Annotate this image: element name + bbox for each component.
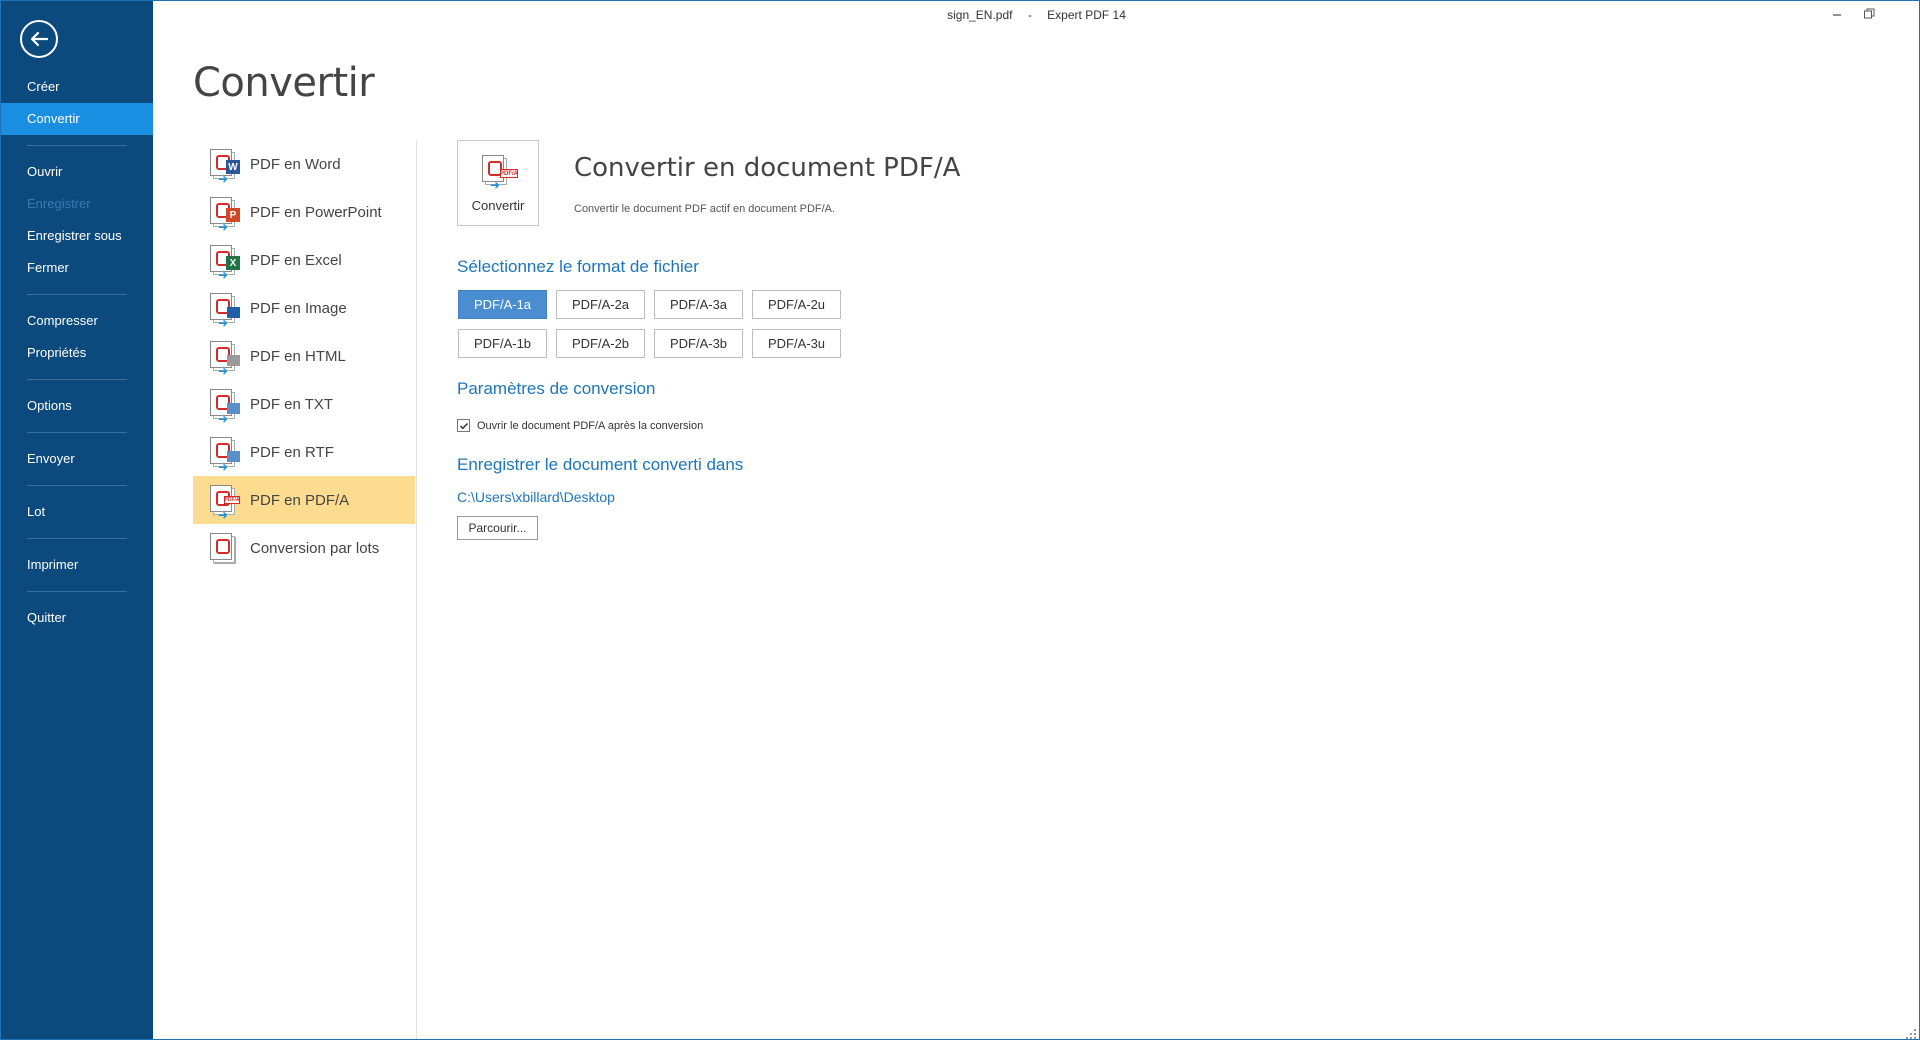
nav-separator	[27, 294, 127, 295]
conversion-item-label: Conversion par lots	[250, 539, 380, 557]
pdf-to-txt-icon: ➜	[208, 388, 240, 426]
conversion-item[interactable]: W ➜ PDF en Word	[193, 140, 415, 188]
nav-separator	[27, 432, 127, 433]
conversion-item[interactable]: ➜ PDF en Image	[193, 284, 415, 332]
title-separator: -	[1027, 8, 1032, 22]
nav-item-fermer[interactable]: Fermer	[0, 252, 153, 284]
conversion-item-label: PDF en Word	[250, 155, 341, 173]
pdf-to-excel-icon: X ➜	[208, 244, 240, 282]
format-pdfa-3u[interactable]: PDF/A-3u	[752, 329, 841, 358]
conversion-item-label: PDF en Excel	[250, 251, 342, 269]
window-title: sign_EN.pdf - Expert PDF 14	[153, 8, 1920, 22]
pdf-to-html-icon: ➜	[208, 340, 240, 378]
app-name: Expert PDF 14	[1047, 8, 1126, 22]
back-arrow-icon[interactable]	[20, 20, 58, 58]
format-pdfa-1a[interactable]: PDF/A-1a	[458, 290, 547, 319]
nav-item-convertir[interactable]: Convertir	[0, 103, 153, 135]
browse-button[interactable]: Parcourir...	[457, 516, 538, 540]
params-section-heading: Paramètres de conversion	[457, 379, 656, 398]
nav-item-creer[interactable]: Créer	[0, 71, 153, 103]
conversion-item-label: PDF en Image	[250, 299, 347, 317]
nav-item-compresser[interactable]: Compresser	[0, 305, 153, 337]
convert-button-label: Convertir	[471, 198, 525, 213]
pdf-to-powerpoint-icon: P ➜	[208, 196, 240, 234]
conversion-item[interactable]: ➜ PDF en HTML	[193, 332, 415, 380]
conversion-item[interactable]: Conversion par lots	[193, 524, 415, 572]
page-title: Convertir	[193, 60, 375, 106]
pdf-to-image-icon: ➜	[208, 292, 240, 330]
conversion-item[interactable]: P ➜ PDF en PowerPoint	[193, 188, 415, 236]
nav-item-enregistrer: Enregistrer	[27, 196, 91, 211]
format-pdfa-2b[interactable]: PDF/A-2b	[556, 329, 645, 358]
nav-item-proprietes[interactable]: Propriétés	[0, 337, 153, 369]
backstage-nav: Créer Convertir Ouvrir Enregistrer Enreg…	[0, 0, 153, 1040]
conversion-item-label: PDF en PowerPoint	[250, 203, 382, 221]
conversion-item[interactable]: ➜ PDF en RTF	[193, 428, 415, 476]
restore-icon[interactable]	[1854, 4, 1884, 22]
save-path-link[interactable]: C:\Users\xbillard\Desktop	[457, 489, 615, 505]
open-after-checkbox[interactable]	[457, 419, 470, 432]
format-section-heading: Sélectionnez le format de fichier	[457, 257, 699, 276]
document-filename: sign_EN.pdf	[947, 8, 1013, 22]
nav-item-imprimer[interactable]: Imprimer	[0, 549, 153, 581]
format-pdfa-3b[interactable]: PDF/A-3b	[654, 329, 743, 358]
nav-item-ouvrir[interactable]: Ouvrir	[0, 156, 153, 188]
panel-title: Convertir en document PDF/A	[574, 153, 961, 183]
format-pdfa-2u[interactable]: PDF/A-2u	[752, 290, 841, 319]
nav-separator	[27, 485, 127, 486]
pdf-to-rtf-icon: ➜	[208, 436, 240, 474]
nav-separator	[27, 538, 127, 539]
nav-item-lot[interactable]: Lot	[0, 496, 153, 528]
nav-item-envoyer[interactable]: Envoyer	[0, 443, 153, 475]
nav-item-options[interactable]: Options	[0, 390, 153, 422]
save-section-heading: Enregistrer le document converti dans	[457, 455, 744, 474]
open-after-label[interactable]: Ouvrir le document PDF/A après la conver…	[477, 420, 703, 432]
pdf-to-pdfa-icon: PDF/A ➜	[208, 484, 240, 522]
conversion-item-label: PDF en TXT	[250, 395, 334, 413]
conversion-type-list: W ➜ PDF en Word P ➜ PDF en PowerPoint X ➜ PDF en…	[193, 140, 415, 572]
conversion-item-label: PDF en PDF/A	[250, 491, 350, 509]
title-bar: sign_EN.pdf - Expert PDF 14	[153, 0, 1920, 30]
minimize-icon[interactable]	[1822, 4, 1852, 22]
nav-item-enregistrer-sous[interactable]: Enregistrer sous	[0, 220, 153, 252]
conversion-item-label: PDF en HTML	[250, 347, 346, 365]
conversion-item[interactable]: PDF/A ➜ PDF en PDF/A	[193, 476, 415, 524]
resize-grip-icon[interactable]	[1906, 1026, 1916, 1039]
convert-button[interactable]: PDF/A ➜ Convertir	[457, 140, 539, 226]
format-pdfa-2a[interactable]: PDF/A-2a	[556, 290, 645, 319]
list-divider	[416, 140, 417, 1040]
batch-conversion-icon	[208, 532, 240, 564]
panel-description: Convertir le document PDF actif en docum…	[574, 203, 836, 215]
pdf-to-word-icon: W ➜	[208, 148, 240, 186]
nav-separator	[27, 591, 127, 592]
format-pdfa-1b[interactable]: PDF/A-1b	[458, 329, 547, 358]
conversion-item-label: PDF en RTF	[250, 443, 334, 461]
nav-item-quitter[interactable]: Quitter	[0, 602, 153, 634]
nav-separator	[27, 145, 127, 146]
conversion-item[interactable]: X ➜ PDF en Excel	[193, 236, 415, 284]
nav-separator	[27, 379, 127, 380]
conversion-item[interactable]: ➜ PDF en TXT	[193, 380, 415, 428]
open-after-option: Ouvrir le document PDF/A après la conver…	[457, 419, 703, 432]
format-pdfa-3a[interactable]: PDF/A-3a	[654, 290, 743, 319]
pdf-to-pdfa-icon: PDF/A ➜	[480, 154, 518, 192]
